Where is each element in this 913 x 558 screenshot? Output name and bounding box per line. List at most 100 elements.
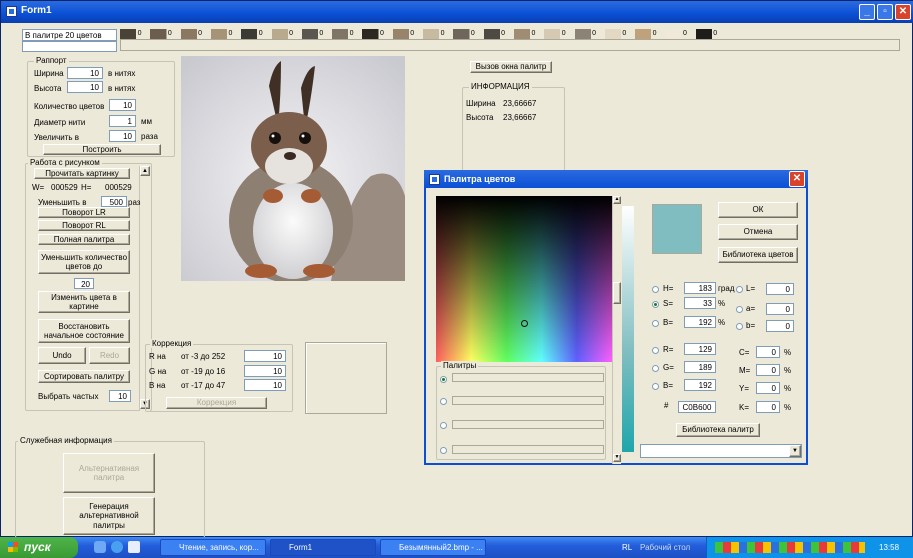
- palette-swatch[interactable]: 0: [665, 29, 696, 39]
- task-reading[interactable]: Чтение, запись, кор...: [160, 539, 266, 556]
- palette-dropdown[interactable]: ▼: [640, 444, 802, 458]
- build-button[interactable]: Построить: [43, 144, 161, 155]
- lb-input[interactable]: 0: [766, 320, 794, 332]
- palette-row-3[interactable]: [452, 420, 604, 429]
- dialog-scroll-down-icon[interactable]: ▼: [613, 454, 621, 462]
- b-input[interactable]: 192: [684, 316, 716, 328]
- dialog-scroll-up-icon[interactable]: ▲: [613, 196, 621, 204]
- palette-swatch[interactable]: 0: [574, 29, 605, 39]
- palette-swatch[interactable]: 0: [241, 29, 272, 39]
- a-radio[interactable]: [736, 306, 743, 313]
- palette-secondary-field[interactable]: [22, 41, 117, 52]
- k-input[interactable]: 0: [756, 401, 780, 413]
- palette-swatch[interactable]: 0: [120, 29, 151, 39]
- g-input[interactable]: 10: [244, 365, 286, 377]
- palette-radio-1[interactable]: [440, 376, 447, 383]
- read-picture-button[interactable]: Прочитать картинку: [34, 168, 130, 179]
- a-input[interactable]: 0: [766, 303, 794, 315]
- rapport-width-input[interactable]: 10: [67, 67, 103, 79]
- hex-input[interactable]: C0B600: [678, 401, 716, 413]
- lb-radio[interactable]: [736, 323, 743, 330]
- reduce-input[interactable]: 500: [101, 196, 127, 207]
- palette-window-button[interactable]: Вызов окна палитр: [470, 61, 552, 73]
- thread-diameter-input[interactable]: 1: [109, 115, 136, 127]
- palette-swatch[interactable]: 0: [695, 29, 726, 39]
- browser-icon[interactable]: [111, 541, 123, 553]
- palette-swatch[interactable]: 0: [332, 29, 363, 39]
- palette-swatch[interactable]: 0: [635, 29, 666, 39]
- palette-swatch[interactable]: 0: [483, 29, 514, 39]
- palette-swatch-strip[interactable]: 0 0 0 0 0 0 0 0 0 0 0 0 0 0 0 0 0 0 0 0: [120, 29, 726, 39]
- task-paint[interactable]: Безымянный2.bmp - ...: [380, 539, 486, 556]
- cancel-button[interactable]: Отмена: [718, 224, 798, 240]
- b-input[interactable]: 10: [244, 379, 286, 391]
- r-input[interactable]: 10: [244, 350, 286, 362]
- dialog-scroll-thumb[interactable]: [613, 282, 621, 304]
- c-input[interactable]: 0: [756, 346, 780, 358]
- palette-swatch[interactable]: 0: [453, 29, 484, 39]
- palette-swatch[interactable]: 0: [271, 29, 302, 39]
- palette-row-4[interactable]: [452, 445, 604, 454]
- sort-palette-button[interactable]: Сортировать палитру: [38, 370, 130, 383]
- m-input[interactable]: 0: [756, 364, 780, 376]
- rgb-b-radio[interactable]: [652, 383, 659, 390]
- l-radio[interactable]: [736, 286, 743, 293]
- palette-swatch[interactable]: 0: [362, 29, 393, 39]
- palette-swatch[interactable]: 0: [301, 29, 333, 39]
- full-palette-button[interactable]: Полная палитра: [38, 234, 130, 245]
- close-button[interactable]: ✕: [895, 4, 911, 20]
- palette-row-2[interactable]: [452, 396, 604, 405]
- l-input[interactable]: 0: [766, 283, 794, 295]
- ok-button[interactable]: ОК: [718, 202, 798, 218]
- palette-library-button[interactable]: Библиотека палитр: [676, 423, 760, 437]
- h-radio[interactable]: [652, 286, 659, 293]
- scroll-up-arrow-icon[interactable]: ▲: [140, 166, 150, 176]
- palette-swatch[interactable]: 0: [604, 29, 636, 39]
- start-button[interactable]: пуск: [0, 537, 78, 558]
- scale-input[interactable]: 10: [109, 130, 136, 142]
- g-input[interactable]: 189: [684, 361, 716, 373]
- palette-radio-2[interactable]: [440, 398, 447, 405]
- tray-icons[interactable]: [715, 542, 865, 553]
- minimize-button[interactable]: _: [859, 4, 875, 20]
- desktop-label[interactable]: Рабочий стол: [640, 543, 690, 552]
- show-desktop-icon[interactable]: [94, 541, 106, 553]
- r-radio[interactable]: [652, 347, 659, 354]
- color-field[interactable]: [436, 196, 612, 362]
- palette-swatch[interactable]: 0: [544, 29, 575, 39]
- s-radio[interactable]: [652, 301, 659, 308]
- palette-radio-3[interactable]: [440, 422, 447, 429]
- select-frequent-input[interactable]: 10: [109, 390, 131, 402]
- generate-palette-button[interactable]: Генерация альтернативной палитры: [63, 497, 155, 535]
- dialog-scrollbar[interactable]: ▲ ▼: [612, 196, 621, 464]
- maximize-button[interactable]: ▫: [877, 4, 893, 20]
- rotate-lr-button[interactable]: Поворот LR: [38, 207, 130, 218]
- task-form1[interactable]: Form1: [270, 539, 376, 556]
- colors-count-input[interactable]: 10: [109, 99, 136, 111]
- change-colors-button[interactable]: Изменить цвета в картине: [38, 291, 130, 313]
- undo-button[interactable]: Undo: [38, 347, 86, 364]
- correction-button[interactable]: Коррекция: [166, 397, 267, 409]
- y-input[interactable]: 0: [756, 382, 780, 394]
- palette-row-1[interactable]: [452, 373, 604, 382]
- color-library-button[interactable]: Библиотека цветов: [718, 247, 798, 263]
- redo-button[interactable]: Redo: [89, 347, 130, 364]
- s-input[interactable]: 33: [684, 297, 716, 309]
- h-input[interactable]: 183: [684, 282, 716, 294]
- restore-button[interactable]: Восстановить начальное состояние: [38, 319, 130, 343]
- rapport-height-input[interactable]: 10: [67, 81, 103, 93]
- palette-swatch[interactable]: 0: [180, 29, 211, 39]
- chevron-down-icon[interactable]: ▼: [789, 445, 801, 457]
- alternative-palette-button[interactable]: Альтернативная палитра: [63, 453, 155, 493]
- g-radio[interactable]: [652, 365, 659, 372]
- rgb-b-input[interactable]: 192: [684, 379, 716, 391]
- palette-swatch[interactable]: 0: [210, 29, 242, 39]
- b-radio[interactable]: [652, 320, 659, 327]
- dialog-close-button[interactable]: ✕: [789, 171, 805, 187]
- palette-swatch[interactable]: 0: [150, 29, 181, 39]
- palette-swatch[interactable]: 0: [513, 29, 545, 39]
- palette-radio-4[interactable]: [440, 447, 447, 454]
- palette-swatch[interactable]: 0: [392, 29, 423, 39]
- r-input[interactable]: 129: [684, 343, 716, 355]
- brightness-slider[interactable]: [622, 206, 634, 452]
